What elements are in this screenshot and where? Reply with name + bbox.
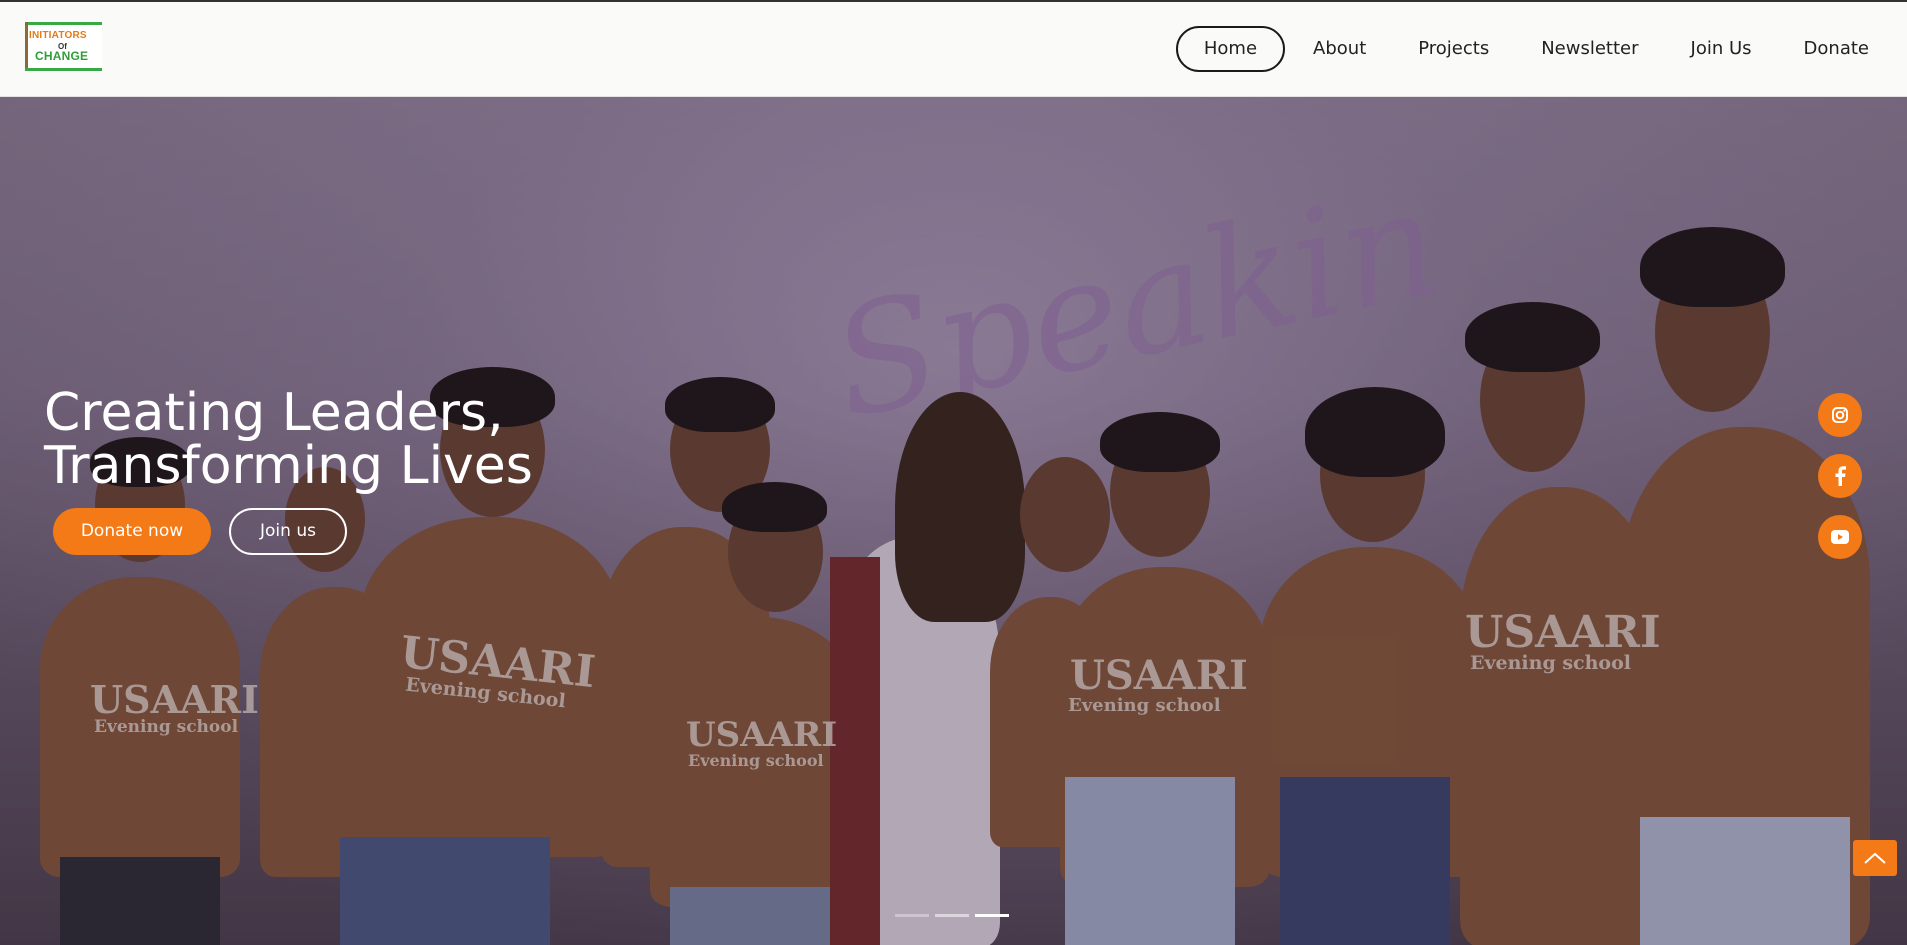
nav-item-newsletter[interactable]: Newsletter — [1515, 26, 1664, 72]
main-nav: Home About Projects Newsletter Join Us D… — [1175, 26, 1895, 72]
logo-left-bar — [25, 22, 28, 71]
initiators-of-change-logo[interactable]: INITIATORS Of CHANGE — [25, 22, 102, 71]
facebook-icon[interactable] — [1818, 454, 1862, 498]
top-navigation-bar: INITIATORS Of CHANGE Home About Projects… — [0, 0, 1907, 97]
donate-now-button[interactable]: Donate now — [53, 508, 211, 555]
logo-top-bar — [25, 22, 102, 25]
join-us-button[interactable]: Join us — [229, 508, 347, 555]
nav-item-home[interactable]: Home — [1175, 26, 1286, 72]
hero-headline: Creating Leaders, Transforming Lives — [44, 387, 533, 493]
youtube-icon[interactable] — [1818, 515, 1862, 559]
chevron-up-icon — [1864, 852, 1886, 864]
slider-indicator-2[interactable] — [935, 914, 969, 917]
nav-item-projects[interactable]: Projects — [1392, 26, 1515, 72]
logo-bottom-bar — [25, 68, 102, 71]
nav-item-join-us[interactable]: Join Us — [1665, 26, 1778, 72]
hero-slider: Speakin USAARI Evening school USAARI Eve… — [0, 97, 1907, 945]
hero-headline-line2: Transforming Lives — [44, 436, 533, 496]
hero-headline-line1: Creating Leaders, — [44, 383, 504, 443]
nav-item-about[interactable]: About — [1287, 26, 1392, 72]
slider-indicator-3[interactable] — [975, 914, 1009, 917]
logo-text-change: CHANGE — [35, 49, 89, 63]
back-to-top-button[interactable] — [1853, 840, 1897, 876]
logo-text-initiators: INITIATORS — [29, 30, 87, 41]
nav-item-donate[interactable]: Donate — [1778, 26, 1895, 72]
instagram-icon[interactable] — [1818, 393, 1862, 437]
slider-indicator-1[interactable] — [895, 914, 929, 917]
